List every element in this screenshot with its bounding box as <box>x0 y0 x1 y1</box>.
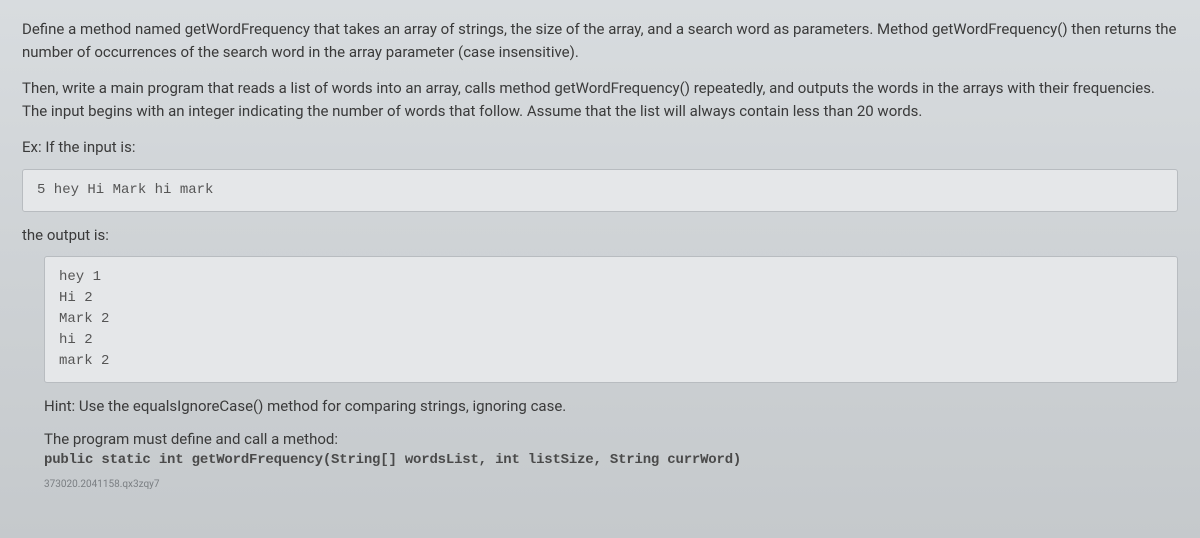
example-output-code: hey 1 Hi 2 Mark 2 hi 2 mark 2 <box>44 256 1178 383</box>
hint-text: Hint: Use the equalsIgnoreCase() method … <box>44 395 1178 418</box>
example-output-label: the output is: <box>22 224 1178 247</box>
problem-paragraph-1: Define a method named getWordFrequency t… <box>22 18 1178 63</box>
method-signature: public static int getWordFrequency(Strin… <box>44 450 1178 471</box>
example-input-code: 5 hey Hi Mark hi mark <box>22 169 1178 212</box>
problem-paragraph-2: Then, write a main program that reads a … <box>22 77 1178 122</box>
method-intro-text: The program must define and call a metho… <box>44 428 1178 451</box>
example-input-label: Ex: If the input is: <box>22 136 1178 159</box>
assignment-id: 373020.2041158.qx3zqy7 <box>44 477 1178 492</box>
